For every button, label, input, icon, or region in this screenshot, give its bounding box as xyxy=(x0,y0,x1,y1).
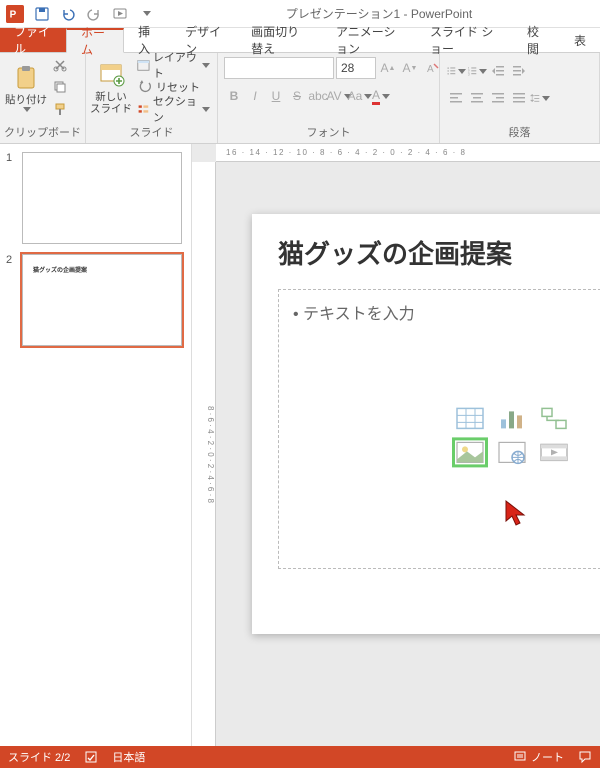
spellcheck-icon[interactable] xyxy=(84,750,98,764)
section-button[interactable]: セクション xyxy=(134,99,213,119)
tab-review[interactable]: 校閲 xyxy=(513,28,560,52)
layout-button[interactable]: レイアウト xyxy=(134,55,213,75)
insert-video-icon[interactable] xyxy=(536,437,572,467)
clipboard-label: クリップボード xyxy=(4,125,81,141)
slides-label: スライド xyxy=(90,125,213,141)
ribbon-tabs: ファイル ホーム 挿入 デザイン 画面切り替え アニメーション スライド ショー… xyxy=(0,28,600,52)
status-language[interactable]: 日本語 xyxy=(112,749,145,765)
tab-home[interactable]: ホーム xyxy=(66,28,124,53)
insert-picture-icon[interactable] xyxy=(452,437,488,467)
comments-icon[interactable] xyxy=(578,750,592,764)
paste-label: 貼り付け xyxy=(5,94,47,106)
thumbnail-1[interactable]: 1 xyxy=(6,152,185,244)
decrease-indent-icon[interactable] xyxy=(488,61,508,81)
char-spacing-icon[interactable]: AV xyxy=(329,86,349,106)
paragraph-label: 段落 xyxy=(444,125,595,141)
thumb-preview[interactable]: 猫グッズの企画提案 xyxy=(22,254,182,346)
insert-online-picture-icon[interactable] xyxy=(494,437,530,467)
bullets-icon[interactable] xyxy=(446,61,466,81)
placeholder-icon-grid xyxy=(452,403,572,467)
start-from-beginning-icon[interactable] xyxy=(108,2,132,26)
align-right-icon[interactable] xyxy=(488,88,508,108)
strikethrough-icon[interactable]: S xyxy=(287,86,307,106)
thumbnail-2[interactable]: 2 猫グッズの企画提案 xyxy=(6,254,185,346)
tab-slideshow[interactable]: スライド ショー xyxy=(416,28,513,52)
slide-title[interactable]: 猫グッズの企画提案 xyxy=(278,234,600,271)
svg-text:A: A xyxy=(427,64,434,75)
ribbon: 貼り付け クリップボード 新しい スライド レイアウト リセット セクション ス… xyxy=(0,52,600,144)
paste-button[interactable]: 貼り付け xyxy=(4,55,48,121)
italic-icon[interactable]: I xyxy=(245,86,265,106)
cursor-arrow-annotation xyxy=(502,499,532,529)
justify-icon[interactable] xyxy=(509,88,529,108)
increase-indent-icon[interactable] xyxy=(509,61,529,81)
underline-icon[interactable]: U xyxy=(266,86,286,106)
font-label: フォント xyxy=(222,125,435,141)
group-slides: 新しい スライド レイアウト リセット セクション スライド xyxy=(86,53,218,143)
bullet-prompt[interactable]: テキストを入力 xyxy=(293,300,600,324)
thumbnail-pane[interactable]: 1 2 猫グッズの企画提案 xyxy=(0,144,192,746)
line-spacing-icon[interactable] xyxy=(530,88,550,108)
group-paragraph: 123 段落 xyxy=(440,53,600,143)
svg-text:P: P xyxy=(10,9,17,20)
font-name-input[interactable] xyxy=(224,57,334,79)
clear-formatting-icon[interactable]: A xyxy=(422,58,442,78)
numbering-icon[interactable]: 123 xyxy=(467,61,487,81)
copy-icon[interactable] xyxy=(50,77,70,97)
workspace: 1 2 猫グッズの企画提案 16 · 14 · 12 · 10 · 8 · 6 … xyxy=(0,144,600,746)
thumb-title: 猫グッズの企画提案 xyxy=(33,265,87,274)
increase-font-icon[interactable]: A▲ xyxy=(378,58,398,78)
svg-text:3: 3 xyxy=(468,72,470,76)
undo-icon[interactable] xyxy=(56,2,80,26)
tab-file[interactable]: ファイル xyxy=(0,28,66,52)
new-slide-label: 新しい スライド xyxy=(90,91,132,115)
insert-table-icon[interactable] xyxy=(452,403,488,433)
tab-transitions[interactable]: 画面切り替え xyxy=(237,28,322,52)
horizontal-ruler: 16 · 14 · 12 · 10 · 8 · 6 · 4 · 2 · 0 · … xyxy=(216,144,600,162)
align-center-icon[interactable] xyxy=(467,88,487,108)
vertical-ruler: 8 · 6 · 4 · 2 · 0 · 2 · 4 · 6 · 8 xyxy=(192,162,216,746)
tab-animations[interactable]: アニメーション xyxy=(322,28,416,52)
new-slide-button[interactable]: 新しい スライド xyxy=(90,55,132,121)
format-painter-icon[interactable] xyxy=(50,99,70,119)
change-case-icon[interactable]: Aa xyxy=(350,86,370,106)
thumb-number: 2 xyxy=(6,254,22,346)
font-color-icon[interactable]: A xyxy=(371,86,391,106)
edit-area: 16 · 14 · 12 · 10 · 8 · 6 · 4 · 2 · 0 · … xyxy=(192,144,600,746)
status-slide-number[interactable]: スライド 2/2 xyxy=(8,749,70,765)
shadow-icon[interactable]: abc xyxy=(308,86,328,106)
quick-access-toolbar xyxy=(30,2,158,26)
redo-icon[interactable] xyxy=(82,2,106,26)
content-placeholder[interactable]: テキストを入力 xyxy=(278,289,600,569)
align-left-icon[interactable] xyxy=(446,88,466,108)
slide-canvas[interactable]: 猫グッズの企画提案 テキストを入力 xyxy=(252,214,600,634)
cut-icon[interactable] xyxy=(50,55,70,75)
tab-view[interactable]: 表 xyxy=(560,28,600,52)
group-font: A▲ A▼ A B I U S abc AV Aa A フォント xyxy=(218,53,440,143)
thumb-number: 1 xyxy=(6,152,22,244)
bold-icon[interactable]: B xyxy=(224,86,244,106)
insert-chart-icon[interactable] xyxy=(494,403,530,433)
powerpoint-icon: P xyxy=(4,3,26,25)
save-icon[interactable] xyxy=(30,2,54,26)
window-title: プレゼンテーション1 - PowerPoint xyxy=(158,5,600,22)
notes-button[interactable]: ノート xyxy=(513,749,564,765)
insert-smartart-icon[interactable] xyxy=(536,403,572,433)
thumb-preview[interactable] xyxy=(22,152,182,244)
decrease-font-icon[interactable]: A▼ xyxy=(400,58,420,78)
group-clipboard: 貼り付け クリップボード xyxy=(0,53,86,143)
qat-dropdown-icon[interactable] xyxy=(134,2,158,26)
font-size-input[interactable] xyxy=(336,57,376,79)
status-bar: スライド 2/2 日本語 ノート xyxy=(0,746,600,768)
